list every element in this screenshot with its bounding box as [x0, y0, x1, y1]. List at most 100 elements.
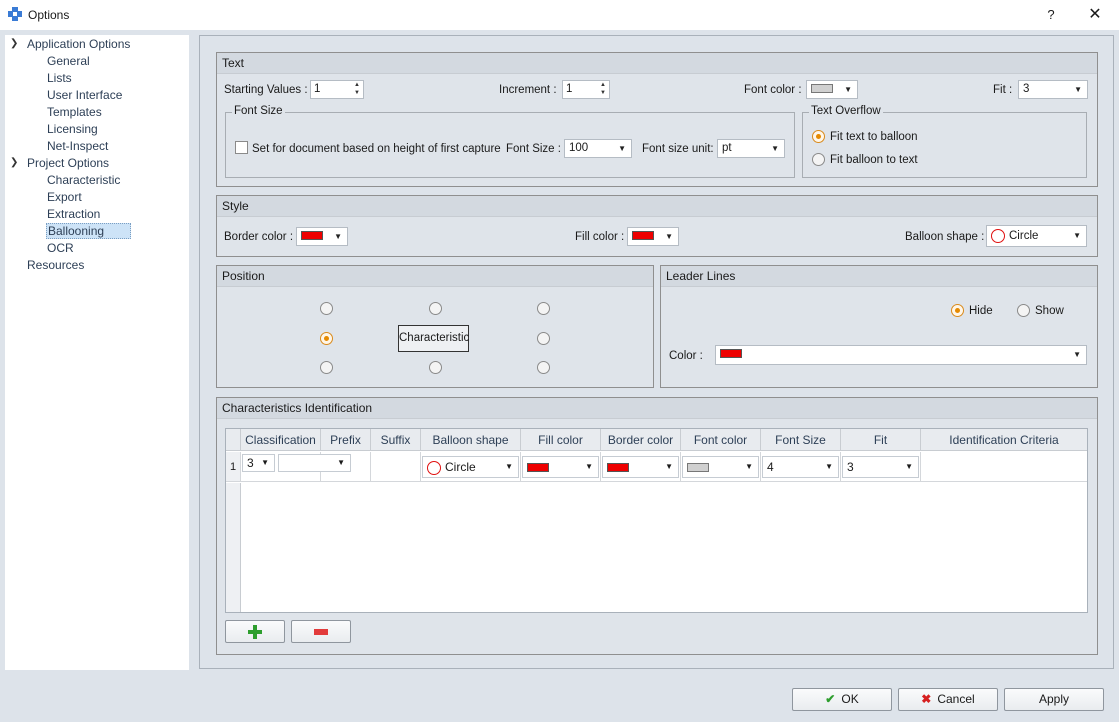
- tree-item-export[interactable]: Export: [47, 189, 82, 205]
- col-fill-color[interactable]: Fill color: [521, 429, 601, 451]
- cell-border-color[interactable]: ▼: [601, 452, 681, 482]
- cell-fill-color[interactable]: ▼: [521, 452, 601, 482]
- window-title: Options: [28, 8, 70, 22]
- leader-lines-group: Leader Lines: [660, 265, 1098, 388]
- spin-arrows-icon[interactable]: ▲ ▼: [600, 81, 606, 97]
- row-header-corner: [226, 429, 241, 451]
- plus-icon: [248, 624, 262, 639]
- tree-item-net-inspect[interactable]: Net-Inspect: [47, 138, 108, 154]
- cell-fit[interactable]: 3 ▼: [841, 452, 921, 482]
- row-font-color-swatch: [687, 463, 709, 473]
- remove-row-button[interactable]: [291, 620, 351, 643]
- starting-values-spinner[interactable]: 1 ▲ ▼: [310, 80, 364, 99]
- tree-item-characteristic[interactable]: Characteristic: [47, 172, 120, 188]
- cell-suffix[interactable]: [371, 452, 421, 482]
- cell-identification-criteria[interactable]: [921, 452, 1087, 482]
- position-top-right-radio[interactable]: [537, 302, 550, 315]
- options-tree: ❯ Application Options General Lists User…: [5, 35, 189, 670]
- add-row-button[interactable]: [225, 620, 285, 643]
- col-balloon-shape[interactable]: Balloon shape: [421, 429, 521, 451]
- font-size-select[interactable]: 100 ▼: [564, 139, 632, 158]
- row-fit-select[interactable]: 3 ▼: [842, 456, 919, 478]
- chevron-down-icon: ▼: [334, 232, 342, 241]
- set-for-document-checkbox[interactable]: [235, 141, 248, 154]
- tree-item-licensing[interactable]: Licensing: [47, 121, 98, 137]
- tree-item-templates[interactable]: Templates: [47, 104, 102, 120]
- close-button[interactable]: ✕: [1080, 2, 1110, 28]
- font-color-picker[interactable]: ▼: [806, 80, 858, 99]
- position-middle-left-radio[interactable]: [320, 332, 333, 345]
- col-border-color[interactable]: Border color: [601, 429, 681, 451]
- cell-font-color[interactable]: ▼: [681, 452, 761, 482]
- tree-item-ocr[interactable]: OCR: [47, 240, 74, 256]
- col-font-color[interactable]: Font color: [681, 429, 761, 451]
- position-top-left-radio[interactable]: [320, 302, 333, 315]
- spin-arrows-icon[interactable]: ▲ ▼: [354, 81, 360, 97]
- ok-label: OK: [841, 692, 859, 706]
- border-color-label: Border color :: [224, 231, 294, 243]
- tree-item-project-options[interactable]: Project Options: [27, 155, 109, 171]
- font-size-label: Font Size :: [506, 143, 561, 155]
- text-group-title: Text: [217, 53, 1097, 74]
- col-fit[interactable]: Fit: [841, 429, 921, 451]
- leader-hide-radio[interactable]: [951, 304, 964, 317]
- position-top-center-radio[interactable]: [429, 302, 442, 315]
- text-overflow-frame: Text Overflow: [802, 105, 1087, 178]
- leader-show-radio[interactable]: [1017, 304, 1030, 317]
- row-font-size-select[interactable]: 4 ▼: [762, 456, 839, 478]
- position-middle-right-radio[interactable]: [537, 332, 550, 345]
- ok-button[interactable]: ✔ OK: [792, 688, 892, 711]
- leader-color-swatch: [720, 349, 742, 359]
- border-color-picker[interactable]: ▼: [296, 227, 348, 246]
- col-identification-criteria[interactable]: Identification Criteria: [921, 429, 1087, 451]
- cell-font-size[interactable]: 4 ▼: [761, 452, 841, 482]
- position-bottom-left-radio[interactable]: [320, 361, 333, 374]
- identification-grid: Classification Prefix Suffix Balloon sha…: [225, 428, 1088, 613]
- cell-prefix[interactable]: ▼: [279, 452, 371, 482]
- font-size-unit-select[interactable]: pt ▼: [717, 139, 785, 158]
- prefix-select[interactable]: ▼: [279, 454, 351, 472]
- col-font-size[interactable]: Font Size: [761, 429, 841, 451]
- cancel-button[interactable]: ✖ Cancel: [898, 688, 998, 711]
- apply-button[interactable]: Apply: [1004, 688, 1104, 711]
- fit-select[interactable]: 3 ▼: [1018, 80, 1088, 99]
- increment-value: 1: [566, 83, 573, 95]
- position-bottom-right-radio[interactable]: [537, 361, 550, 374]
- chevron-down-icon[interactable]: ❯: [10, 157, 18, 168]
- font-color-label: Font color :: [744, 84, 802, 96]
- tree-item-general[interactable]: General: [47, 53, 90, 69]
- help-button[interactable]: ?: [1040, 2, 1062, 28]
- chevron-down-icon: ▼: [1073, 350, 1081, 359]
- col-prefix[interactable]: Prefix: [321, 429, 371, 451]
- tree-item-extraction[interactable]: Extraction: [47, 206, 100, 222]
- tree-item-application-options[interactable]: Application Options: [27, 36, 130, 52]
- col-classification[interactable]: Classification: [241, 429, 321, 451]
- classification-select[interactable]: 3 ▼: [242, 454, 275, 472]
- fit-text-to-balloon-radio[interactable]: [812, 130, 825, 143]
- position-bottom-center-radio[interactable]: [429, 361, 442, 374]
- fit-balloon-to-text-radio[interactable]: [812, 153, 825, 166]
- row-font-color-picker[interactable]: ▼: [682, 456, 759, 478]
- x-icon: ✖: [921, 692, 932, 706]
- increment-spinner[interactable]: 1 ▲ ▼: [562, 80, 610, 99]
- balloon-shape-select[interactable]: Circle ▼: [986, 225, 1087, 247]
- leader-color-picker[interactable]: ▼: [715, 345, 1087, 365]
- fill-color-picker[interactable]: ▼: [627, 227, 679, 246]
- fit-label: Fit :: [993, 84, 1013, 96]
- cell-balloon-shape[interactable]: Circle ▼: [421, 452, 521, 482]
- fit-text-to-balloon-label: Fit text to balloon: [830, 131, 918, 143]
- chevron-down-icon[interactable]: ❯: [10, 38, 18, 49]
- col-suffix[interactable]: Suffix: [371, 429, 421, 451]
- tree-item-ballooning[interactable]: Ballooning: [46, 223, 132, 239]
- tree-item-user-interface[interactable]: User Interface: [47, 87, 122, 103]
- minus-icon: [314, 628, 328, 635]
- chevron-down-icon: ▼: [665, 232, 673, 241]
- row-border-color-picker[interactable]: ▼: [602, 456, 679, 478]
- font-size-unit-label: Font size unit:: [642, 143, 714, 155]
- tree-item-lists[interactable]: Lists: [47, 70, 72, 86]
- row-fill-color-swatch: [527, 463, 549, 473]
- chevron-down-icon: ▼: [261, 458, 269, 467]
- row-balloon-shape-select[interactable]: Circle ▼: [422, 456, 519, 478]
- row-fill-color-picker[interactable]: ▼: [522, 456, 599, 478]
- tree-item-resources[interactable]: Resources: [27, 257, 84, 273]
